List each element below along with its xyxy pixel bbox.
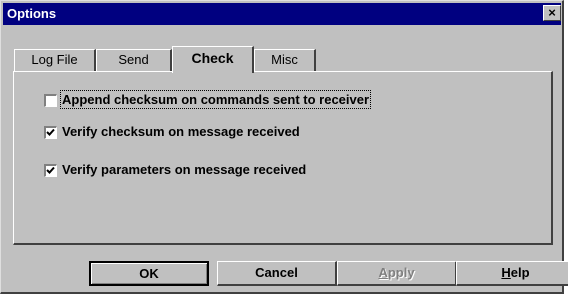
verify-parameters-label[interactable]: Verify parameters on message received [62,162,306,177]
cancel-button[interactable]: Cancel [217,261,337,286]
checkmark-icon [46,128,55,136]
apply-button[interactable]: Apply [337,261,457,286]
append-checksum-label[interactable]: Append checksum on commands sent to rece… [59,90,372,109]
check-tab-panel: Append checksum on commands sent to rece… [13,71,553,245]
window-title: Options [7,6,57,21]
tab-check[interactable]: Check [172,46,254,73]
apply-label-rest: pply [387,265,415,280]
help-button[interactable]: Help [456,261,568,286]
checkmark-icon [46,166,55,174]
options-dialog: Options × Log File Send Check Misc Appen… [0,0,568,294]
tab-strip: Log File Send Check Misc [14,46,414,73]
verify-checksum-label[interactable]: Verify checksum on message received [62,124,300,139]
verify-parameters-checkbox[interactable] [44,164,57,177]
apply-mnemonic: A [378,265,388,280]
close-icon[interactable]: × [543,5,561,21]
title-bar[interactable]: Options × [3,3,561,25]
ok-button[interactable]: OK [89,261,209,286]
verify-checksum-checkbox[interactable] [44,126,57,139]
tab-send[interactable]: Send [96,49,172,71]
help-mnemonic: H [501,265,511,280]
help-label-rest: elp [510,265,530,280]
tab-misc[interactable]: Misc [254,49,316,71]
append-checksum-checkbox[interactable] [44,94,57,107]
tab-log-file[interactable]: Log File [14,49,96,71]
